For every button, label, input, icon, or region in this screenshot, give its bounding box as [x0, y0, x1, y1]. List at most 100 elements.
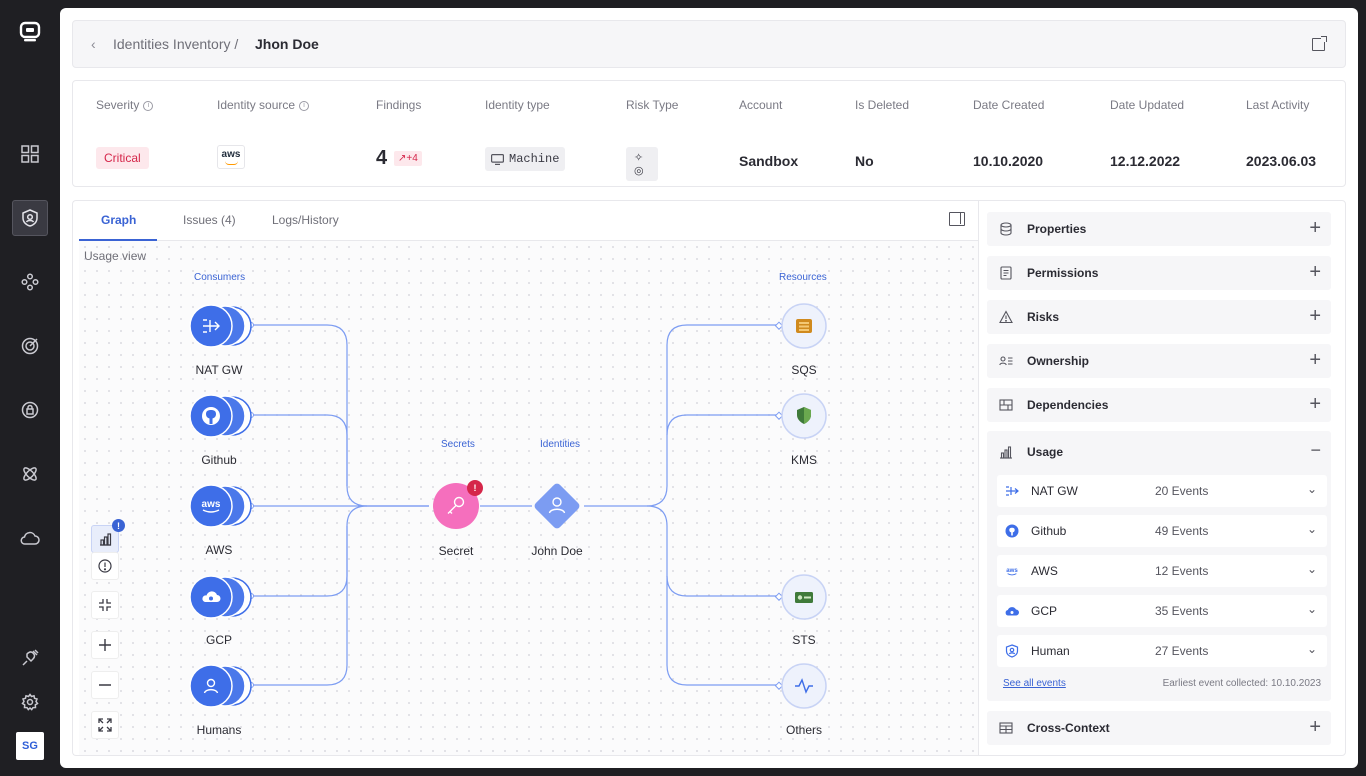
aws-logo-icon: aws	[217, 145, 245, 169]
usage-bar-chart-icon	[1000, 446, 1012, 459]
usage-source-name: Human	[1031, 644, 1070, 658]
compress-icon	[99, 599, 111, 611]
usage-event-count: 35 Events	[1155, 604, 1209, 618]
collapse-panel-icon[interactable]	[949, 212, 965, 226]
collapse-minus-icon[interactable]: −	[1310, 441, 1321, 459]
see-all-events-link[interactable]: See all events	[1003, 678, 1066, 689]
svg-text:aws: aws	[1006, 567, 1018, 574]
expand-plus-icon[interactable]: +	[1309, 394, 1321, 414]
monitor-icon	[491, 153, 504, 165]
user-list-icon	[999, 356, 1013, 366]
cloud-icon[interactable]	[12, 520, 48, 556]
minus-icon	[99, 684, 111, 686]
lock-circle-icon[interactable]	[12, 392, 48, 428]
user-avatar[interactable]: SG	[16, 732, 44, 760]
usage-source-name: AWS	[1031, 564, 1058, 578]
section-properties[interactable]: Properties +	[987, 212, 1331, 246]
resource-node-sts[interactable]	[780, 573, 828, 621]
section-permissions[interactable]: Permissions +	[987, 256, 1331, 290]
usage-row-github[interactable]: Github 49 Events ⌄	[997, 515, 1327, 547]
consumers-group-label: Consumers	[194, 272, 246, 283]
expand-plus-icon[interactable]: +	[1309, 306, 1321, 326]
section-ownership-label: Ownership	[1027, 354, 1090, 368]
account-header: Account	[739, 98, 783, 112]
section-cross-context[interactable]: Cross-Context +	[987, 711, 1331, 745]
date-created-header: Date Created	[973, 98, 1045, 112]
info-icon[interactable]: i	[143, 100, 154, 111]
findings-count[interactable]: 4	[376, 147, 387, 170]
consumer-node-github[interactable]	[189, 393, 255, 439]
identity-label: John Doe	[531, 544, 583, 558]
gcp-cloud-icon	[1005, 607, 1019, 616]
identity-node[interactable]	[529, 478, 585, 534]
findings-trend-badge: ↗+4	[394, 151, 422, 166]
resource-node-others[interactable]	[780, 662, 828, 710]
usage-row-nat-gw[interactable]: NAT GW 20 Events ⌄	[997, 475, 1327, 507]
usage-source-name: GCP	[1031, 604, 1058, 618]
usage-row-aws[interactable]: aws AWS 12 Events ⌄	[997, 555, 1327, 587]
zoom-out-button[interactable]	[91, 671, 119, 699]
tab-issues[interactable]: Issues (4)	[183, 213, 236, 227]
integrations-icon[interactable]	[12, 264, 48, 300]
consumer-node-humans[interactable]	[189, 663, 255, 709]
tab-logs-history[interactable]: Logs/History	[272, 213, 339, 227]
zoom-in-button[interactable]	[91, 631, 119, 659]
resource-node-sqs[interactable]	[780, 302, 828, 350]
atom-icon[interactable]	[12, 456, 48, 492]
chevron-down-icon[interactable]: ⌄	[1307, 562, 1317, 576]
section-permissions-label: Permissions	[1027, 266, 1099, 280]
back-chevron-icon[interactable]: ‹	[91, 36, 96, 52]
target-icon[interactable]	[12, 328, 48, 364]
risk-type-header: Risk Type	[626, 98, 679, 112]
expand-plus-icon[interactable]: +	[1309, 262, 1321, 282]
identity-shield-icon[interactable]	[12, 200, 48, 236]
section-properties-label: Properties	[1027, 222, 1087, 236]
chevron-down-icon[interactable]: ⌄	[1307, 642, 1317, 656]
section-risks[interactable]: Risks +	[987, 300, 1331, 334]
usage-event-count: 12 Events	[1155, 564, 1209, 578]
warning-triangle-icon	[999, 310, 1013, 324]
fullscreen-button[interactable]	[91, 711, 119, 739]
fit-view-button[interactable]	[91, 591, 119, 619]
usage-row-human[interactable]: Human 27 Events ⌄	[997, 635, 1327, 667]
usage-row-gcp[interactable]: GCP 35 Events ⌄	[997, 595, 1327, 627]
section-dependencies[interactable]: Dependencies +	[987, 388, 1331, 422]
breadcrumb-parent[interactable]: Identities Inventory /	[113, 36, 238, 52]
resource-label-sts: STS	[792, 633, 816, 647]
consumer-node-aws[interactable]: aws	[189, 483, 255, 529]
main-content: ‹ Identities Inventory / Jhon Doe Severi…	[60, 8, 1358, 768]
usage-event-count: 27 Events	[1155, 644, 1209, 658]
consumer-label-nat-gw: NAT GW	[195, 363, 243, 377]
tab-graph[interactable]: Graph	[101, 213, 136, 227]
chevron-down-icon[interactable]: ⌄	[1307, 522, 1317, 536]
consumer-node-nat-gw[interactable]	[189, 303, 255, 349]
chevron-down-icon[interactable]: ⌄	[1307, 482, 1317, 496]
issues-view-toggle[interactable]	[91, 552, 119, 580]
expand-plus-icon[interactable]: +	[1309, 218, 1321, 238]
plug-icon[interactable]	[12, 640, 48, 676]
sts-token-icon	[795, 592, 813, 603]
dashboard-grid-icon[interactable]	[12, 136, 48, 172]
bar-chart-icon	[99, 532, 111, 546]
settings-gear-icon[interactable]	[12, 684, 48, 720]
usage-graph-canvas[interactable]: Usage view Consumers Secrets Identities …	[79, 241, 978, 755]
section-ownership[interactable]: Ownership +	[987, 344, 1331, 378]
section-usage: Usage − NAT GW 20 Events ⌄ Github 49 Eve…	[987, 431, 1331, 701]
identity-summary: Severity i Critical Identity source i aws …	[72, 80, 1346, 187]
expand-plus-icon[interactable]: +	[1309, 350, 1321, 370]
consumer-node-gcp[interactable]	[189, 574, 255, 620]
risk-type-icons: ✧ ◎	[626, 147, 658, 181]
tab-bar: Graph Issues (4) Logs/History	[73, 201, 978, 241]
plus-icon	[99, 639, 111, 651]
open-external-icon[interactable]	[1312, 36, 1327, 51]
resource-label-others: Others	[785, 723, 822, 737]
consumer-label-gcp: GCP	[205, 633, 232, 647]
resource-node-kms[interactable]	[780, 392, 828, 440]
chevron-down-icon[interactable]: ⌄	[1307, 602, 1317, 616]
aws-icon: aws	[1006, 567, 1018, 576]
expand-plus-icon[interactable]: +	[1309, 717, 1321, 737]
app-logo-icon[interactable]	[12, 14, 48, 50]
info-icon[interactable]: i	[299, 100, 310, 111]
database-icon	[1000, 222, 1012, 236]
section-usage-label[interactable]: Usage	[1027, 445, 1063, 459]
